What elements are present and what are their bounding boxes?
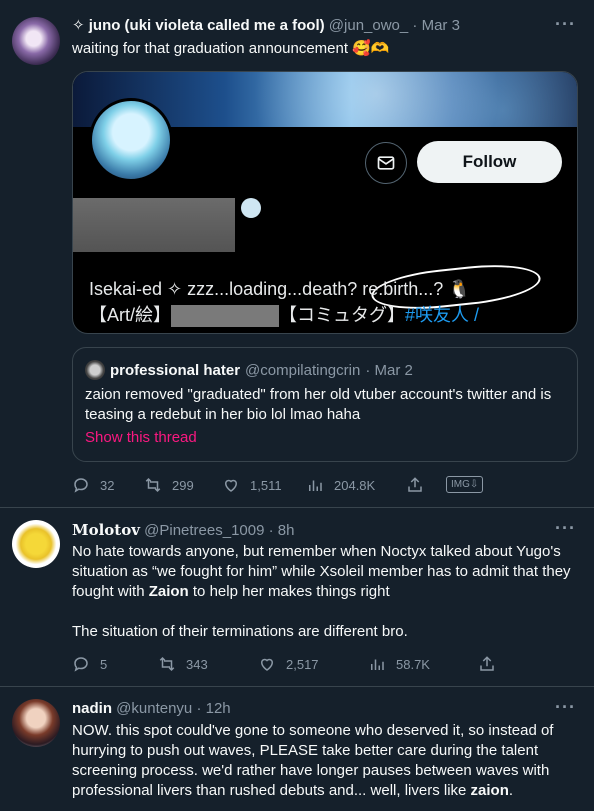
more-icon[interactable]: ··· xyxy=(555,697,576,718)
profile-avatar xyxy=(89,98,173,182)
handle[interactable]: @kuntenyu xyxy=(116,700,192,717)
tweet-text: NOW. this spot could've gone to someone … xyxy=(72,721,580,801)
tweet-text-bold: Zaion xyxy=(148,583,189,600)
like-button[interactable]: 2,517 xyxy=(258,654,319,674)
tweet-text-part-2: to help her makes things right xyxy=(188,583,390,600)
bio-art-label: 【Art/絵】 xyxy=(89,305,172,325)
tweet-1[interactable]: ✧ juno (uki violeta called me a fool) @j… xyxy=(0,0,594,508)
heart-icon xyxy=(224,479,238,492)
more-icon[interactable]: ··· xyxy=(555,518,576,539)
reply-button[interactable]: 5 xyxy=(72,654,107,674)
avatar[interactable] xyxy=(12,699,60,747)
tweet-header: Molotov @Pinetrees_1009 · 8h xyxy=(72,520,294,541)
redacted-text xyxy=(171,305,280,328)
show-thread-link[interactable]: Show this thread xyxy=(85,429,197,446)
handle[interactable]: @jun_owo_ xyxy=(329,17,408,34)
quote-header: professional hater @compilatingcrin · Ma… xyxy=(85,360,413,380)
tweet-2[interactable]: Molotov @Pinetrees_1009 · 8h ··· No hate… xyxy=(0,508,594,687)
bio-comm-label: 【コミュタグ】 xyxy=(279,305,406,325)
avatar[interactable] xyxy=(12,520,60,568)
tweet-actions: 32 299 1,511 204.8K IMG⇩ xyxy=(72,475,502,495)
avatar[interactable] xyxy=(12,17,60,65)
views-count: 204.8K xyxy=(334,477,376,493)
tweet-actions: 5 343 2,517 58.7K xyxy=(72,654,502,674)
quote-avatar xyxy=(85,360,105,380)
tweet-text: No hate towards anyone, but remember whe… xyxy=(72,542,580,602)
retweet-count: 299 xyxy=(172,477,194,493)
quote-timestamp: · Mar 2 xyxy=(365,361,413,379)
quote-display-name: professional hater xyxy=(110,361,241,379)
timestamp[interactable]: · 8h xyxy=(269,522,295,539)
share-button[interactable] xyxy=(478,654,496,674)
tweet-header: nadin @kuntenyu · 12h xyxy=(72,699,231,719)
image-download-button[interactable]: IMG⇩ xyxy=(446,476,484,493)
quote-text: zaion removed "graduated" from her old v… xyxy=(85,386,552,423)
reply-icon xyxy=(74,478,88,493)
tweet-text-bold: zaion xyxy=(470,782,509,799)
retweet-count: 343 xyxy=(186,656,208,672)
quote-handle: @compilatingcrin xyxy=(245,361,361,379)
reply-icon xyxy=(74,657,88,672)
profile-card-image[interactable]: Follow Isekai-ed ✧ zzz...loading...death… xyxy=(72,71,578,334)
heart-icon xyxy=(260,658,274,671)
follow-button[interactable]: Follow xyxy=(417,141,562,183)
like-count: 1,511 xyxy=(250,477,282,493)
tweet-3[interactable]: nadin @kuntenyu · 12h ··· NOW. this spot… xyxy=(0,687,594,811)
reply-count: 32 xyxy=(100,477,115,493)
display-name[interactable]: Molotov xyxy=(72,521,140,539)
tweet-text-part-2: . xyxy=(508,782,514,799)
display-name[interactable]: nadin xyxy=(72,700,112,717)
tweet-text: waiting for that graduation announcement… xyxy=(72,40,390,57)
retweet-button[interactable]: 343 xyxy=(158,654,208,674)
retweet-button[interactable]: 299 xyxy=(144,475,194,495)
retweet-icon xyxy=(145,477,161,493)
badge-icon xyxy=(241,198,261,218)
handle[interactable]: @Pinetrees_1009 xyxy=(144,522,264,539)
views-count: 58.7K xyxy=(396,656,430,672)
card-bio-line-1: Isekai-ed ✧ zzz...loading...death? re:bi… xyxy=(89,279,471,299)
bio-hashtag[interactable]: #咲友人 / xyxy=(405,305,479,325)
more-icon[interactable]: ··· xyxy=(555,14,576,35)
message-button[interactable] xyxy=(365,142,407,184)
like-button[interactable]: 1,511 xyxy=(222,475,282,495)
retweet-icon xyxy=(159,656,175,672)
tweet-header: ✧ juno (uki violeta called me a fool) @j… xyxy=(72,16,460,36)
reply-count: 5 xyxy=(100,656,108,672)
card-bio-line-2: 【Art/絵】 【コミュタグ】#咲友人 / xyxy=(89,303,479,328)
share-button[interactable] xyxy=(406,475,424,495)
views-icon xyxy=(371,659,384,670)
mail-icon xyxy=(377,156,395,170)
like-count: 2,517 xyxy=(286,656,319,672)
quoted-tweet[interactable]: professional hater @compilatingcrin · Ma… xyxy=(72,347,578,462)
display-name[interactable]: ✧ juno (uki violeta called me a fool) xyxy=(72,17,325,34)
tweet-text-paragraph-2: The situation of their terminations are … xyxy=(72,623,408,640)
share-icon xyxy=(408,477,422,492)
views-button[interactable]: 58.7K xyxy=(368,654,430,674)
views-button[interactable]: 204.8K xyxy=(306,475,375,495)
redacted-name xyxy=(73,198,235,252)
share-icon xyxy=(480,656,494,671)
views-icon xyxy=(309,480,322,491)
timestamp[interactable]: · Mar 3 xyxy=(412,17,460,34)
timestamp[interactable]: · 12h xyxy=(196,700,230,717)
reply-button[interactable]: 32 xyxy=(72,475,114,495)
